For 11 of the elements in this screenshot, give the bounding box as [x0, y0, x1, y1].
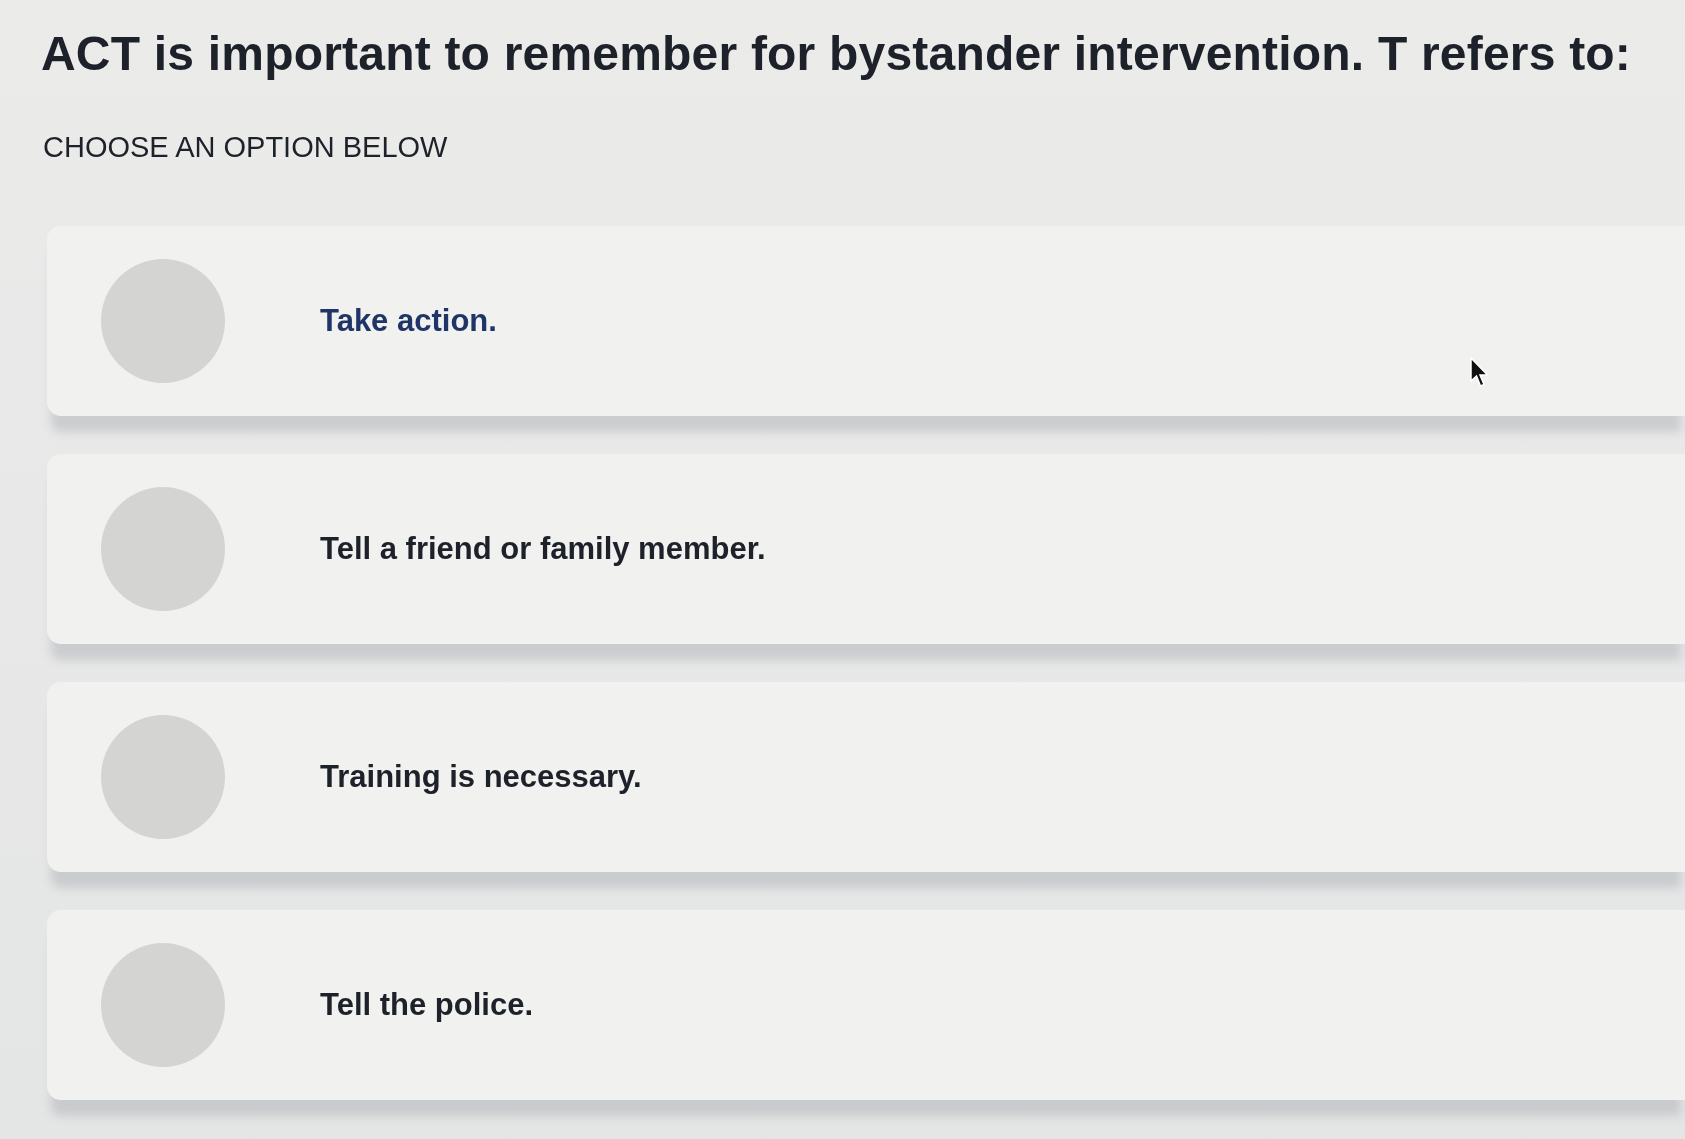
option-card[interactable]: Tell a friend or family member. — [47, 454, 1685, 644]
mouse-pointer-icon — [1470, 357, 1490, 389]
option-card[interactable]: Tell the police. — [47, 910, 1685, 1100]
instruction-text: CHOOSE AN OPTION BELOW — [43, 131, 448, 164]
option-card[interactable]: Take action. — [47, 226, 1685, 416]
option-label: Training is necessary. — [320, 759, 642, 795]
option-label: Take action. — [320, 303, 497, 339]
option-card[interactable]: Training is necessary. — [47, 682, 1685, 872]
question-title: ACT is important to remember for bystander intervention. T refers to: — [41, 26, 1632, 81]
option-label: Tell a friend or family member. — [320, 531, 766, 567]
option-label: Tell the police. — [320, 987, 534, 1023]
